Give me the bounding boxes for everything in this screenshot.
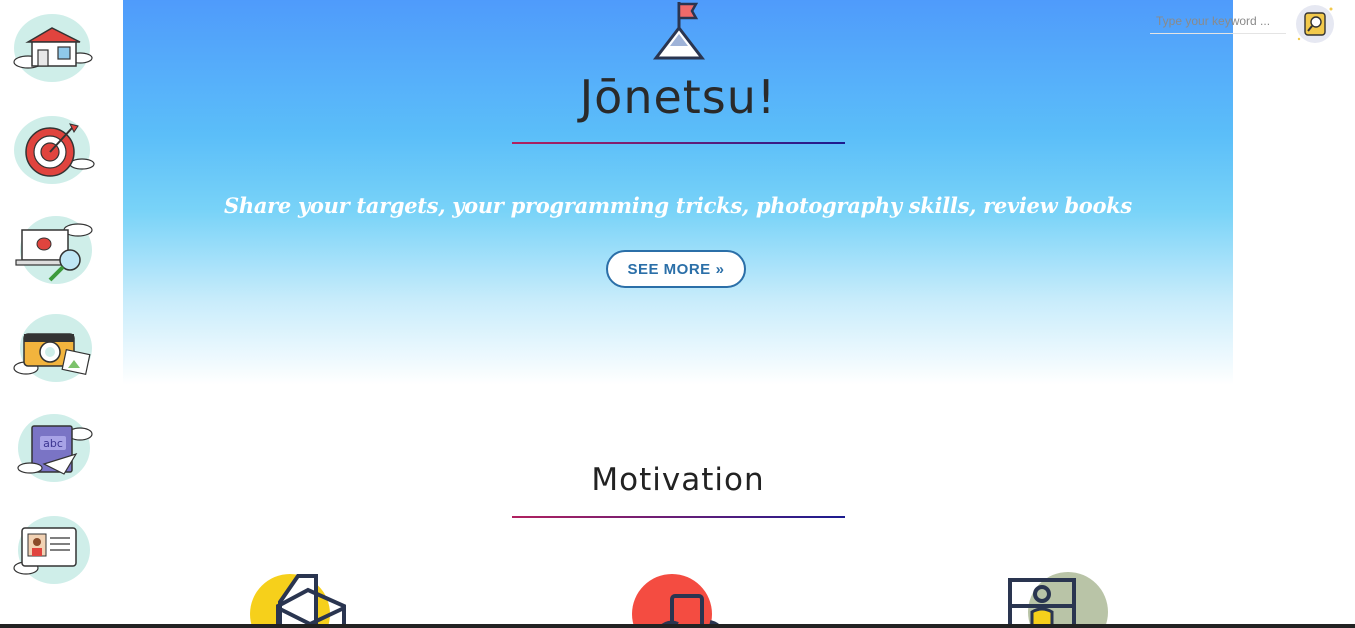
bottom-edge [0,624,1355,628]
hero-tagline: Share your targets, your programming tri… [224,193,1132,218]
sidebar-item-camera[interactable] [8,312,96,386]
feature-phone [624,566,734,628]
page-title: Jōnetsu! [579,70,777,124]
mountain-flag-icon [652,2,706,60]
sidebar: abc [0,0,108,628]
camera-icon [13,314,92,382]
see-more-label: SEE MORE [627,260,711,278]
programming-icon [15,216,93,284]
sidebar-item-home[interactable] [8,10,96,84]
home-icon [13,14,93,82]
search-box [1150,8,1290,36]
search-icon[interactable] [1294,3,1336,45]
feature-profile [1000,566,1110,628]
double-chevron-right-icon: » [715,260,725,278]
see-more-button[interactable]: SEE MORE » [606,250,746,288]
phone-icon [632,574,724,628]
book-icon: abc [17,414,93,482]
sidebar-item-target[interactable] [8,112,96,186]
search-input[interactable] [1150,8,1286,34]
target-icon [14,116,95,184]
profile-card-icon [13,516,90,584]
title-divider [512,142,845,144]
sidebar-item-programming[interactable] [8,212,96,286]
hero-section: Jōnetsu! Share your targets, your progra… [123,0,1233,385]
sidebar-item-book[interactable]: abc [8,412,96,486]
svg-text:abc: abc [43,437,63,450]
feature-envelope [240,566,350,628]
sidebar-item-profile[interactable] [8,512,96,586]
section-divider [512,516,845,518]
envelope-icon [250,574,346,628]
profile-frame-icon [1008,572,1108,628]
section-title: Motivation [591,462,765,498]
